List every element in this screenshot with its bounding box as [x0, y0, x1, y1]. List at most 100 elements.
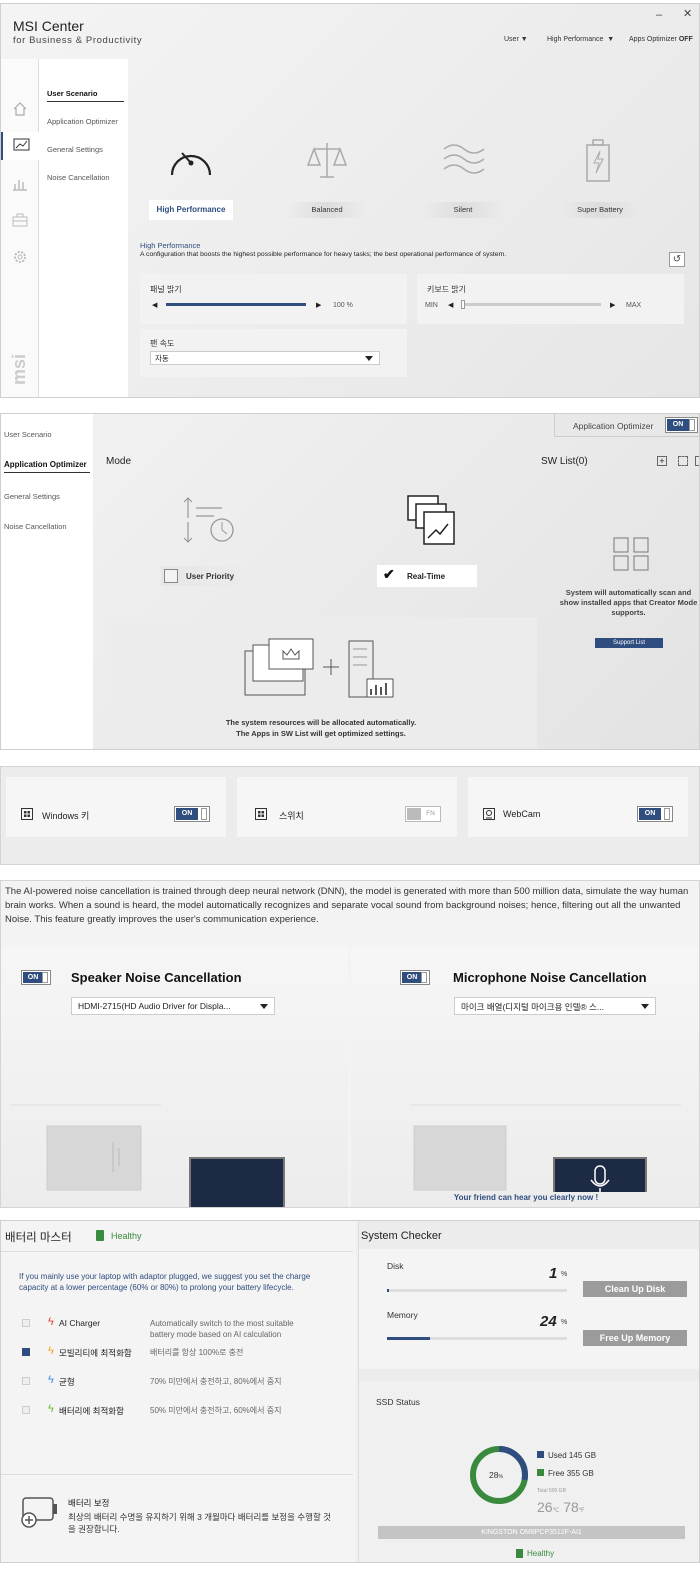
home-icon[interactable] — [12, 101, 28, 117]
fan-speed-card: 팬 속도 자동 — [140, 329, 407, 377]
used-label: Used — [548, 1451, 567, 1460]
webcam-state: ON — [639, 808, 661, 820]
chevron-left-icon[interactable]: ◀ — [152, 301, 157, 309]
optimizer-info-card: The system resources will be allocated a… — [105, 617, 537, 749]
free-up-memory-button[interactable]: Free Up Memory — [583, 1330, 687, 1346]
chevron-right-icon[interactable]: ▶ — [610, 301, 615, 309]
fn-switch-toggle[interactable]: FN — [405, 806, 441, 822]
fan-speed-label: 팬 속도 — [150, 339, 175, 348]
speaker-device-select[interactable]: HDMI-2715(HD Audio Driver for Displa... — [71, 997, 275, 1015]
bolt-icon: ϟ — [48, 1374, 54, 1386]
keyboard-min-label: MIN — [425, 302, 438, 309]
battery-calibration-icon[interactable] — [19, 1494, 59, 1528]
mode-dropdown[interactable]: High Performance ▼ — [547, 36, 614, 43]
disk-unit: % — [561, 1271, 568, 1278]
info-line-2: The Apps in SW List will get optimized s… — [236, 729, 406, 738]
webcam-label: WebCam — [503, 809, 541, 819]
nav-application-optimizer[interactable]: Application Optimizer — [4, 460, 90, 473]
mobility-radio[interactable] — [22, 1348, 30, 1356]
battery-advice: If you mainly use your laptop with adapt… — [19, 1272, 311, 1292]
nav-application-optimizer[interactable]: Application Optimizer — [47, 117, 118, 126]
memory-value: 24 — [540, 1313, 557, 1330]
windows-icon — [21, 808, 33, 820]
keyboard-brightness-card: 키보드 밝기 MIN ◀ ▶ MAX — [417, 274, 684, 324]
speedometer-icon[interactable] — [168, 139, 214, 181]
nav-user-scenario[interactable]: User Scenario — [47, 89, 124, 102]
slider-handle[interactable] — [461, 300, 465, 309]
optimizer-header-label: Application Optimizer — [573, 421, 654, 431]
toggle-knob — [664, 808, 670, 820]
windows-key-label: Windows 키 — [42, 811, 90, 821]
minimize-icon[interactable]: – — [656, 9, 662, 21]
webcam-toggle[interactable]: ON — [637, 806, 673, 822]
more-icon[interactable] — [695, 456, 699, 466]
battery-options: ϟ AI Charger Automatically switch to the… — [1, 1316, 353, 1436]
free-legend-swatch — [537, 1469, 544, 1476]
chevron-left-icon[interactable]: ◀ — [448, 301, 453, 309]
support-list-button[interactable]: Support List — [595, 638, 663, 648]
chevron-right-icon[interactable]: ▶ — [316, 301, 321, 309]
balanced-radio[interactable] — [22, 1377, 30, 1385]
option-user-priority[interactable]: User Priority — [161, 566, 261, 586]
fan-speed-select[interactable]: 자동 — [150, 351, 380, 365]
mode-high-performance[interactable]: High Performance — [149, 200, 233, 220]
used-value: 145 GB — [568, 1451, 597, 1460]
balance-icon[interactable] — [306, 141, 348, 181]
add-icon[interactable]: + — [657, 456, 667, 466]
divider — [1, 1474, 353, 1475]
option-real-time[interactable]: ✔ Real-Time — [377, 565, 477, 587]
close-icon[interactable]: ✕ — [683, 7, 692, 20]
clean-up-disk-button[interactable]: Clean Up Disk — [583, 1281, 687, 1297]
battery-icon[interactable] — [584, 139, 612, 183]
mode-super-battery[interactable]: Super Battery — [560, 202, 640, 218]
mode-balanced[interactable]: Balanced — [287, 202, 367, 218]
noise-cancellation-window: The AI-powered noise cancellation is tra… — [0, 880, 700, 1208]
microphone-device-select[interactable]: 마이크 배열(디지털 마이크용 인텔® 스... — [454, 997, 656, 1015]
icon-rail: msi — [1, 59, 39, 397]
user-dropdown[interactable]: User ▼ — [504, 36, 528, 43]
wave-icon[interactable] — [442, 141, 486, 177]
nav-general-settings[interactable]: General Settings — [4, 492, 60, 501]
nav-noise-cancellation[interactable]: Noise Cancellation — [4, 522, 67, 531]
system-checker-card: System Checker Disk 1 % Clean Up Disk Me… — [358, 1221, 699, 1562]
stats-icon[interactable] — [12, 176, 28, 192]
toolbox-icon[interactable] — [12, 212, 28, 228]
ai-charger-radio[interactable] — [22, 1319, 30, 1327]
speaker-title: Speaker Noise Cancellation — [71, 970, 242, 985]
nav-user-scenario[interactable]: User Scenario — [4, 430, 52, 439]
mode-silent[interactable]: Silent — [423, 202, 503, 218]
usage-section: Disk 1 % Clean Up Disk Memory 24 % Free … — [359, 1249, 699, 1369]
nav-general-settings[interactable]: General Settings — [47, 145, 103, 154]
temp-f-unit: ℉ — [578, 1508, 585, 1514]
performance-icon — [13, 138, 30, 151]
user-priority-checkbox[interactable] — [164, 569, 178, 583]
speaker-illustration — [11, 1104, 285, 1207]
free-legend: Free 355 GB — [548, 1469, 594, 1478]
noise-description: The AI-powered noise cancellation is tra… — [5, 886, 689, 925]
system-checker-title: System Checker — [361, 1230, 442, 1242]
speaker-card: ON Speaker Noise Cancellation HDMI-2715(… — [1, 947, 348, 1207]
rail-active-item[interactable] — [1, 132, 39, 160]
battery-optimized-radio[interactable] — [22, 1406, 30, 1414]
speaker-toggle[interactable]: ON — [21, 970, 51, 985]
gear-icon[interactable] — [12, 249, 28, 265]
apps-optimizer-status[interactable]: Apps Optimizer OFF — [629, 36, 693, 43]
nav-noise-cancellation[interactable]: Noise Cancellation — [47, 173, 110, 182]
windows-key-toggle[interactable]: ON — [174, 806, 210, 822]
total-capacity: Total 500 GB — [537, 1488, 566, 1494]
memory-usage-bar — [387, 1337, 567, 1340]
optimizer-toggle[interactable]: ON — [665, 417, 698, 433]
free-label: Free — [548, 1469, 565, 1478]
ssd-health: Healthy — [527, 1549, 555, 1558]
scan-icon[interactable] — [678, 456, 688, 466]
temp-c-unit: ℃ — [552, 1508, 560, 1514]
apps-optimize-illustration — [244, 638, 394, 698]
microphone-toggle[interactable]: ON — [400, 970, 430, 985]
apps-optimizer-state: OFF — [678, 36, 693, 43]
keyboard-brightness-slider[interactable] — [461, 300, 601, 309]
reset-icon[interactable]: ↺ — [669, 252, 685, 267]
windows-icon — [407, 808, 421, 820]
panel-brightness-slider[interactable] — [166, 303, 306, 306]
keyboard-brightness-label: 키보드 밝기 — [427, 285, 467, 294]
used-legend-swatch — [537, 1451, 544, 1458]
